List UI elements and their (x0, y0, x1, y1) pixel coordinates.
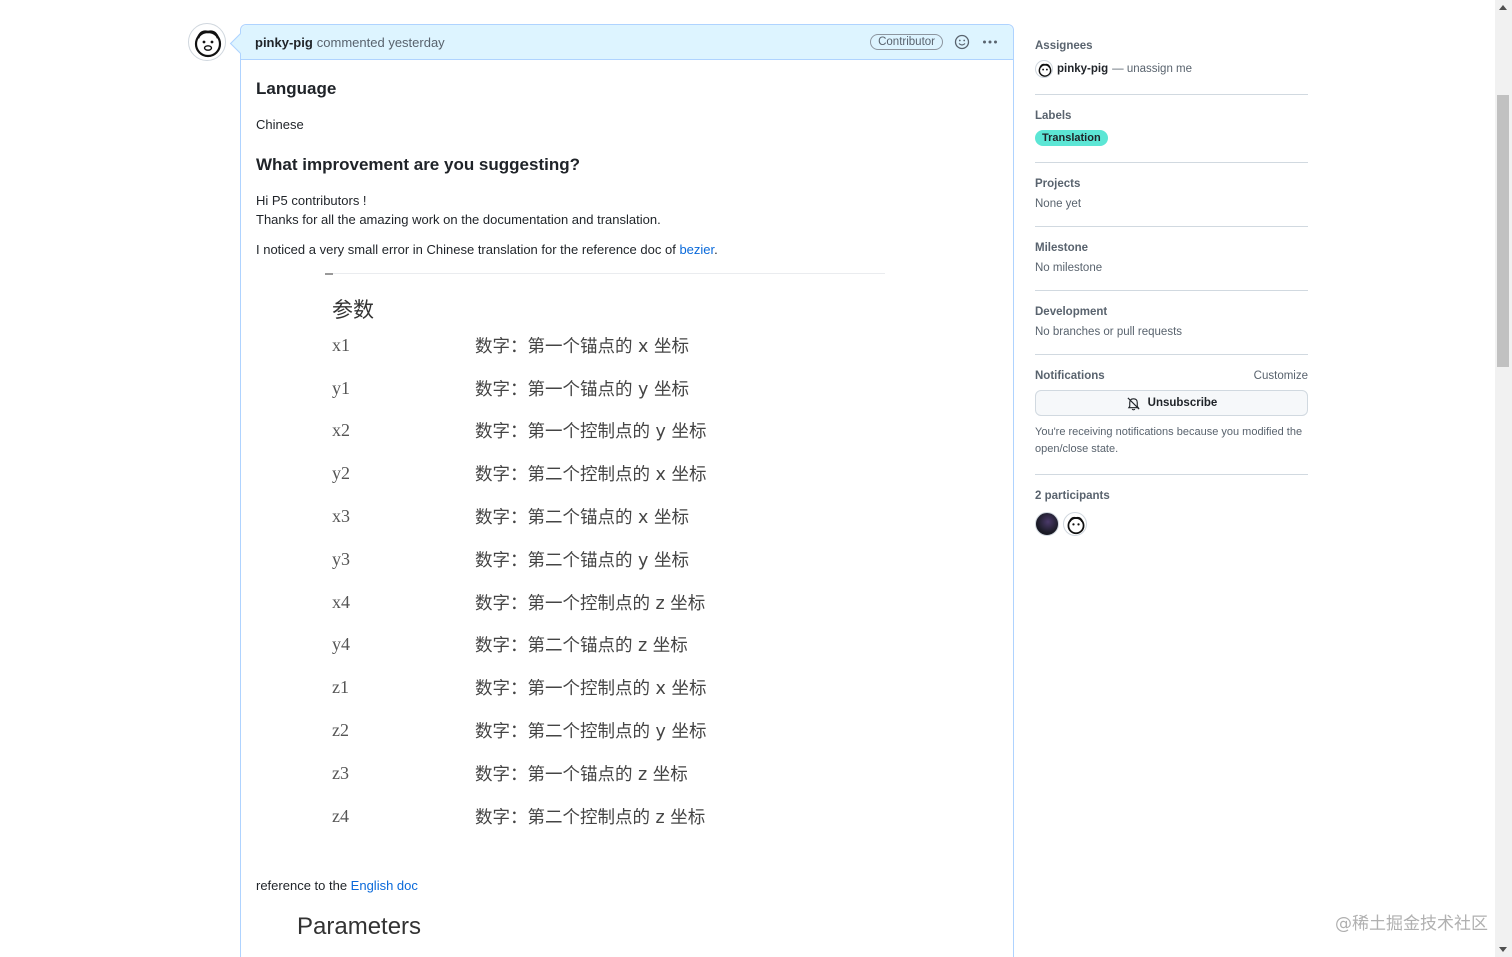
param-name: z2 (332, 720, 349, 741)
customize-link[interactable]: Customize (1254, 370, 1308, 382)
param-row: y1 数字：第一个锚点的 y 坐标 (325, 367, 885, 410)
milestone-heading[interactable]: Milestone (1035, 242, 1088, 254)
param-name: y1 (332, 377, 350, 398)
param-name: x1 (332, 334, 350, 355)
param-name: x4 (332, 591, 350, 612)
assignee-item: pinky-pig — unassign me (1035, 60, 1308, 78)
notifications-heading: Notifications (1035, 370, 1105, 382)
param-description: 数字：第二个控制点的 z 坐标 (475, 807, 706, 828)
divider (325, 273, 885, 274)
assignee-name[interactable]: pinky-pig (1057, 63, 1108, 75)
pig-avatar-icon (1067, 516, 1085, 535)
bezier-link[interactable]: bezier (679, 242, 714, 257)
param-description: 数字：第二个锚点的 x 坐标 (475, 508, 689, 529)
param-row: z2 数字：第二个控制点的 y 坐标 (325, 709, 885, 752)
author-avatar[interactable] (188, 23, 226, 61)
param-row: z1 数字：第一个控制点的 x 坐标 (325, 666, 885, 709)
divider-dash (325, 273, 333, 275)
assignees-section: Assignees pinky-pig — unassign me (1035, 35, 1308, 95)
pig-avatar-icon (1038, 63, 1052, 77)
bell-slash-icon (1127, 396, 1140, 410)
param-description: 数字：第一个锚点的 x 坐标 (475, 336, 689, 357)
page-scrollbar[interactable] (1495, 0, 1512, 957)
param-row: y3 数字：第二个锚点的 y 坐标 (325, 538, 885, 581)
param-name: x2 (332, 420, 350, 441)
reference-text: reference to the English doc (256, 878, 418, 893)
param-list: x1 数字：第一个锚点的 x 坐标 y1 数字：第一个锚点的 y 坐标 x2 数字：第一个… (325, 324, 885, 838)
param-row: x3 数字：第二个锚点的 x 坐标 (325, 495, 885, 538)
param-row: x1 数字：第一个锚点的 x 坐标 (325, 324, 885, 367)
pig-avatar-icon (194, 30, 222, 58)
param-row: x4 数字：第一个控制点的 z 坐标 (325, 581, 885, 624)
param-row: z4 数字：第二个控制点的 z 坐标 (325, 795, 885, 838)
param-description: 数字：第一个控制点的 y 坐标 (475, 422, 707, 443)
param-name: y4 (332, 634, 350, 655)
notifications-section: Notifications Customize Unsubscribe You'… (1035, 365, 1308, 476)
scroll-up-icon[interactable] (1499, 5, 1507, 10)
chinese-reference-screenshot: 参数 x1 数字：第一个锚点的 x 坐标 y1 数字：第一个锚点的 y 坐标 x2 数字：… (325, 273, 885, 838)
heading-improvement: What improvement are you suggesting? (256, 155, 580, 174)
param-description: 数字：第一个控制点的 x 坐标 (475, 679, 707, 700)
english-doc-link[interactable]: English doc (351, 878, 418, 893)
development-heading[interactable]: Development (1035, 306, 1107, 318)
milestone-value: No milestone (1035, 262, 1103, 274)
unsubscribe-button[interactable]: Unsubscribe (1035, 390, 1308, 416)
development-value: No branches or pull requests (1035, 326, 1183, 338)
participants-section: 2 participants (1035, 485, 1308, 552)
add-reaction-icon[interactable] (953, 33, 971, 51)
labels-section: Labels Translation (1035, 105, 1308, 163)
comment-body: Language Chinese What improvement are yo… (241, 60, 1013, 283)
greeting-text: Hi P5 contributors ! (256, 192, 367, 208)
param-name: y2 (332, 463, 350, 484)
param-description: 数字：第二个控制点的 x 坐标 (475, 465, 707, 486)
participant-avatar[interactable] (1035, 512, 1059, 537)
param-name: z4 (332, 805, 349, 826)
scroll-thumb[interactable] (1497, 95, 1509, 367)
projects-heading[interactable]: Projects (1035, 178, 1080, 190)
param-name: z1 (332, 677, 349, 698)
assignee-avatar[interactable] (1035, 60, 1053, 78)
contributor-badge: Contributor (870, 34, 943, 50)
development-section: Development No branches or pull requests (1035, 301, 1308, 355)
param-name: x3 (332, 506, 350, 527)
comment-author-link[interactable]: pinky-pig (255, 35, 313, 50)
param-name: z3 (332, 762, 349, 783)
heading-language: Language (256, 79, 337, 98)
issue-comment: pinky-pig commented yesterday Contributo… (240, 24, 1014, 957)
more-options-icon[interactable] (981, 33, 999, 51)
param-description: 数字：第一个锚点的 y 坐标 (475, 379, 689, 400)
notifications-note: You're receiving notifications because y… (1035, 426, 1303, 456)
thanks-text: Thanks for all the amazing work on the d… (256, 212, 661, 227)
param-description: 数字：第二个锚点的 z 坐标 (475, 636, 688, 657)
comment-header: pinky-pig commented yesterday Contributo… (241, 25, 1013, 60)
notice-text: I noticed a very small error in Chinese … (256, 241, 718, 257)
comment-timestamp[interactable]: commented yesterday (317, 35, 445, 50)
labels-heading[interactable]: Labels (1035, 110, 1071, 122)
unassign-me-link[interactable]: — unassign me (1112, 63, 1192, 75)
milestone-section: Milestone No milestone (1035, 237, 1308, 291)
watermark: @稀土掘金技术社区 (1335, 914, 1488, 934)
projects-section: Projects None yet (1035, 173, 1308, 227)
param-description: 数字：第二个控制点的 y 坐标 (475, 722, 707, 743)
language-value: Chinese (256, 116, 304, 132)
participants-heading: 2 participants (1035, 490, 1110, 503)
param-row: x2 数字：第一个控制点的 y 坐标 (325, 410, 885, 453)
param-name: y3 (332, 548, 350, 569)
param-description: 数字：第二个锚点的 y 坐标 (475, 550, 689, 571)
param-description: 数字：第一个锚点的 z 坐标 (475, 764, 688, 785)
params-title-zh: 参数 (332, 298, 374, 322)
projects-value: None yet (1035, 198, 1082, 210)
param-row: z3 数字：第一个锚点的 z 坐标 (325, 752, 885, 795)
param-row: y2 数字：第二个控制点的 x 坐标 (325, 452, 885, 495)
participant-avatar-pig[interactable] (1063, 512, 1087, 537)
param-row: y4 数字：第二个锚点的 z 坐标 (325, 624, 885, 667)
unsubscribe-label: Unsubscribe (1147, 397, 1218, 409)
issue-sidebar: Assignees pinky-pig — unassign me Labels… (1035, 35, 1308, 562)
param-description: 数字：第一个控制点的 z 坐标 (475, 593, 706, 614)
scroll-down-icon[interactable] (1499, 947, 1507, 952)
params-title-en: Parameters (297, 913, 422, 940)
label-translation[interactable]: Translation (1035, 130, 1108, 146)
assignees-heading[interactable]: Assignees (1035, 40, 1093, 52)
